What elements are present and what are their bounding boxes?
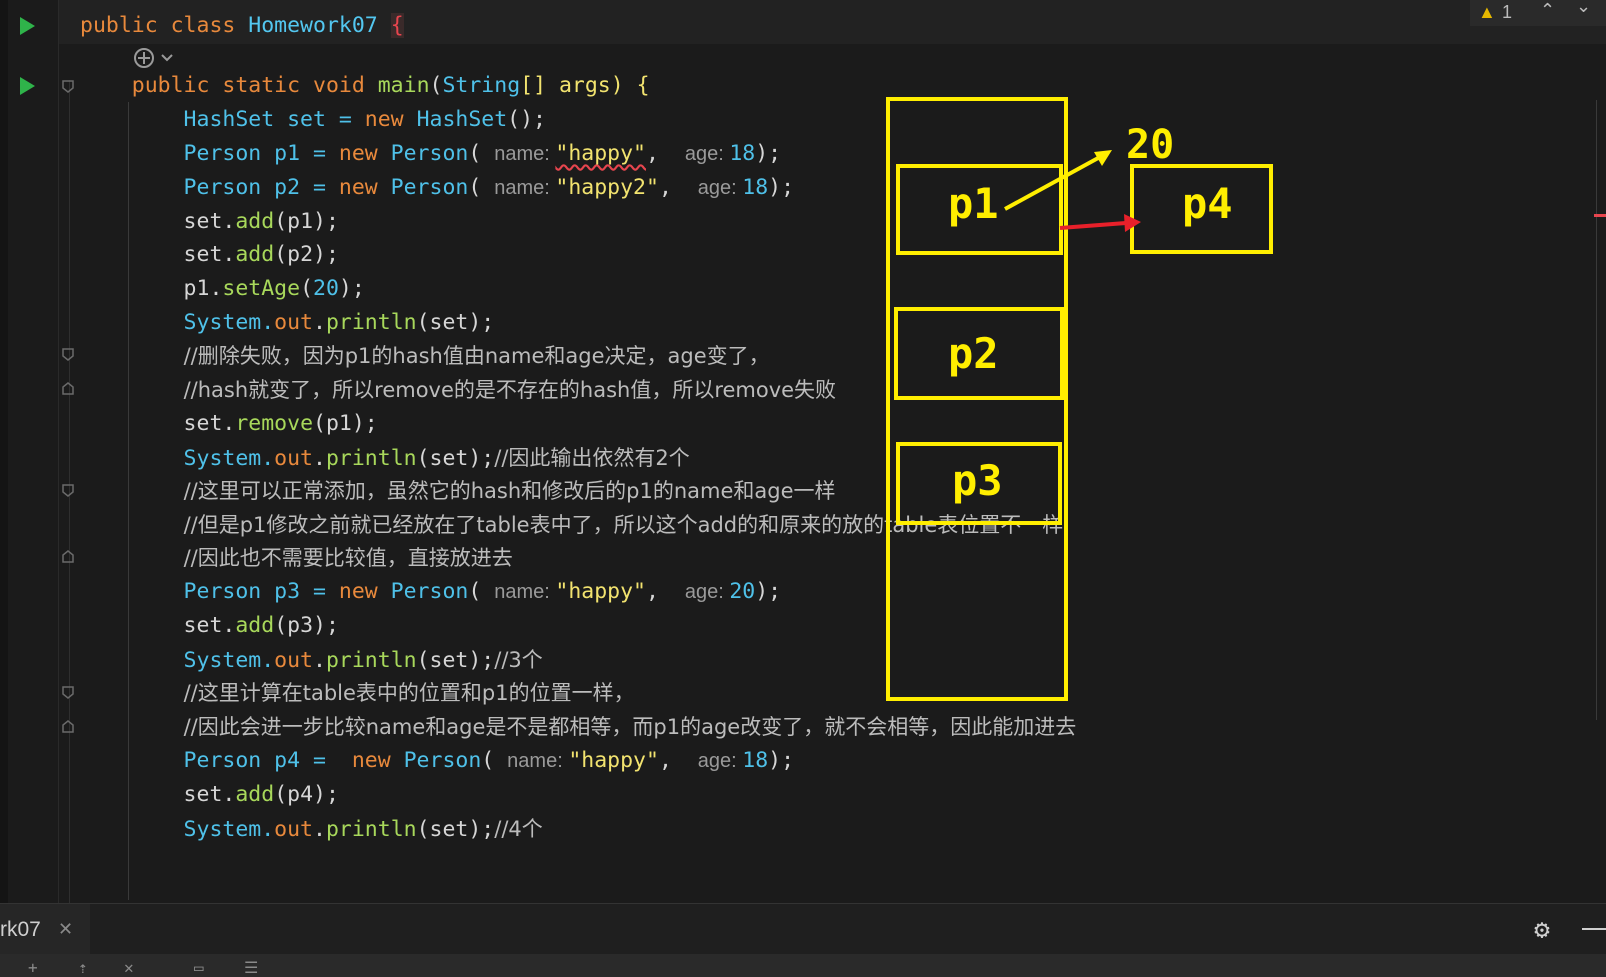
- p2-label: p2: [948, 329, 999, 378]
- minimize-icon[interactable]: [1582, 928, 1606, 930]
- p4-arrow: [1059, 221, 1127, 230]
- scroll-up-icon[interactable]: ⇡: [78, 958, 96, 977]
- p4-label: p4: [1182, 179, 1233, 228]
- age-20-label: 20: [1126, 122, 1174, 168]
- tab-run-homework07[interactable]: rk07 ✕: [0, 904, 90, 955]
- gear-icon[interactable]: ⚙: [1528, 916, 1556, 944]
- code-editor[interactable]: public class Homework07 { public static …: [0, 0, 1606, 903]
- close-icon[interactable]: ✕: [124, 958, 142, 977]
- hand-drawn-annotation: p1 p2 p3 p4 20: [886, 97, 1273, 701]
- layout-icon[interactable]: ▭: [194, 958, 212, 977]
- bottom-tool-window-bar: rk07 ✕ ⚙: [0, 903, 1606, 955]
- close-icon[interactable]: ✕: [58, 904, 73, 955]
- add-icon[interactable]: +: [28, 958, 46, 977]
- run-toolbar: + ⇡ ✕ ▭ ☰: [0, 954, 1606, 977]
- tab-label: rk07: [0, 918, 41, 941]
- list-icon[interactable]: ☰: [244, 958, 262, 977]
- p3-label: p3: [952, 456, 1003, 505]
- p1-label: p1: [948, 179, 999, 228]
